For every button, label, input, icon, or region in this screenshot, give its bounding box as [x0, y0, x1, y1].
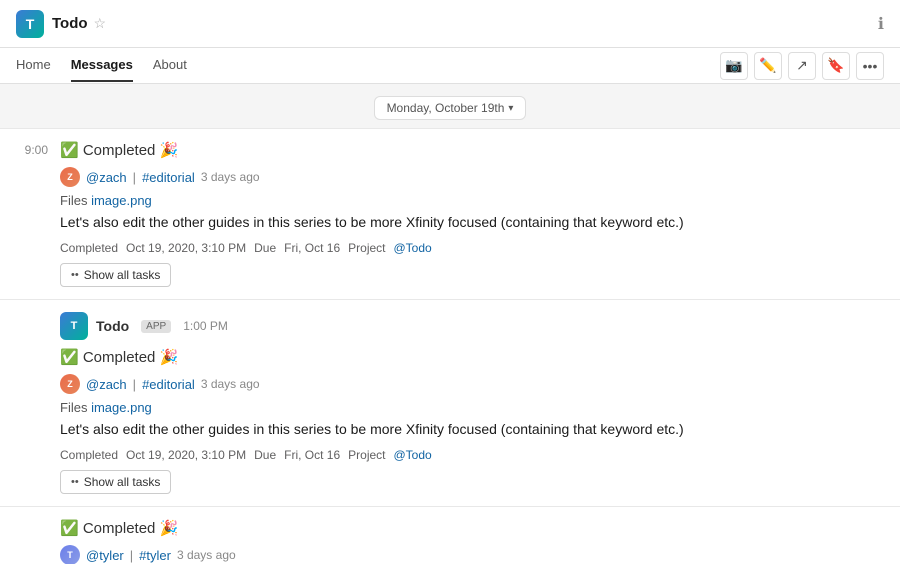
- message-content-3: ✅ Completed 🎉 T @tyler | #tyler 3 days a…: [60, 519, 884, 564]
- meta-due-label-2: Due: [254, 448, 276, 462]
- meta-due-label-1: Due: [254, 241, 276, 255]
- message-time-3: [0, 519, 60, 564]
- message-block-2: T Todo APP 1:00 PM ✅ Completed 🎉 Z @zach…: [0, 299, 900, 506]
- tab-home[interactable]: Home: [16, 49, 51, 82]
- todo-app-name: Todo: [96, 318, 129, 334]
- dots-icon-2: ••: [71, 476, 79, 488]
- meta-row-2: Completed Oct 19, 2020, 3:10 PM Due Fri,…: [60, 448, 884, 462]
- meta-completed-label-2: Completed: [60, 448, 118, 462]
- meta-project-label-1: Project: [348, 241, 385, 255]
- meta-completed-date-2: Oct 19, 2020, 3:10 PM: [126, 448, 246, 462]
- date-chevron-icon: ▾: [508, 103, 513, 114]
- sender-channel-3[interactable]: #tyler: [139, 548, 171, 563]
- app-badge: APP: [141, 320, 171, 333]
- toolbar-camera[interactable]: 📷: [720, 52, 748, 80]
- avatar-2: Z: [60, 374, 80, 394]
- info-icon[interactable]: ℹ: [878, 14, 884, 34]
- sender-name-2[interactable]: @zach: [86, 377, 127, 392]
- completed-header-1: ✅ Completed 🎉: [60, 141, 884, 159]
- app-icon-text: T: [26, 16, 35, 32]
- meta-project-link-2[interactable]: @Todo: [394, 448, 432, 462]
- date-header-row: Monday, October 19th ▾: [0, 84, 900, 128]
- message-time-1: 9:00: [0, 141, 60, 287]
- tab-about[interactable]: About: [153, 49, 187, 82]
- sender-time-3: 3 days ago: [177, 548, 236, 562]
- sender-channel-1[interactable]: #editorial: [142, 170, 195, 185]
- toolbar-edit[interactable]: ✏️: [754, 52, 782, 80]
- top-bar-actions: ℹ: [878, 14, 884, 34]
- meta-completed-label-1: Completed: [60, 241, 118, 255]
- sender-row-3: T @tyler | #tyler 3 days ago: [60, 545, 884, 564]
- sender-name-1[interactable]: @zach: [86, 170, 127, 185]
- message-time-2: [0, 312, 60, 494]
- completed-header-3: ✅ Completed 🎉: [60, 519, 884, 537]
- sender-row-1: Z @zach | #editorial 3 days ago: [60, 167, 884, 187]
- toolbar-share[interactable]: ↗: [788, 52, 816, 80]
- sender-name-3[interactable]: @tyler: [86, 548, 124, 563]
- todo-app-icon: T: [60, 312, 88, 340]
- meta-project-link-1[interactable]: @Todo: [394, 241, 432, 255]
- meta-due-date-2: Fri, Oct 16: [284, 448, 340, 462]
- sender-time-1: 3 days ago: [201, 170, 260, 184]
- message-text-1: Let's also edit the other guides in this…: [60, 212, 884, 233]
- files-link-1[interactable]: image.png: [91, 193, 152, 208]
- message-content-1: ✅ Completed 🎉 Z @zach | #editorial 3 day…: [60, 141, 884, 287]
- todo-icon-text: T: [71, 320, 78, 332]
- message-block-3: ✅ Completed 🎉 T @tyler | #tyler 3 days a…: [0, 506, 900, 564]
- message-content-2: T Todo APP 1:00 PM ✅ Completed 🎉 Z @zach…: [60, 312, 884, 494]
- sender-time-2: 3 days ago: [201, 377, 260, 391]
- show-all-tasks-button-1[interactable]: •• Show all tasks: [60, 263, 171, 287]
- meta-due-date-1: Fri, Oct 16: [284, 241, 340, 255]
- top-bar: T Todo ☆ ℹ: [0, 0, 900, 48]
- avatar-1: Z: [60, 167, 80, 187]
- message-block-1: 9:00 ✅ Completed 🎉 Z @zach | #editorial …: [0, 128, 900, 299]
- toolbar-bookmark[interactable]: 🔖: [822, 52, 850, 80]
- date-header-label: Monday, October 19th: [387, 101, 505, 115]
- files-link-2[interactable]: image.png: [91, 400, 152, 415]
- files-row-1: Files image.png: [60, 193, 884, 208]
- completed-header-2: ✅ Completed 🎉: [60, 348, 884, 366]
- messages-list: Monday, October 19th ▾ 9:00 ✅ Completed …: [0, 84, 900, 564]
- date-header-button[interactable]: Monday, October 19th ▾: [374, 96, 527, 120]
- meta-row-1: Completed Oct 19, 2020, 3:10 PM Due Fri,…: [60, 241, 884, 255]
- todo-app-time: 1:00 PM: [183, 319, 228, 333]
- show-all-tasks-button-2[interactable]: •• Show all tasks: [60, 470, 171, 494]
- tab-messages[interactable]: Messages: [71, 49, 133, 82]
- avatar-3: T: [60, 545, 80, 564]
- files-row-2: Files image.png: [60, 400, 884, 415]
- todo-sender-row: T Todo APP 1:00 PM: [60, 312, 884, 340]
- star-icon[interactable]: ☆: [94, 15, 107, 32]
- message-text-2: Let's also edit the other guides in this…: [60, 419, 884, 440]
- toolbar-more[interactable]: •••: [856, 52, 884, 80]
- meta-completed-date-1: Oct 19, 2020, 3:10 PM: [126, 241, 246, 255]
- sender-row-2: Z @zach | #editorial 3 days ago: [60, 374, 884, 394]
- meta-project-label-2: Project: [348, 448, 385, 462]
- app-title: Todo: [52, 15, 88, 32]
- nav-tabs: Home Messages About 📷 ✏️ ↗ 🔖 •••: [0, 48, 900, 84]
- app-icon: T: [16, 10, 44, 38]
- sender-channel-2[interactable]: #editorial: [142, 377, 195, 392]
- dots-icon-1: ••: [71, 269, 79, 281]
- main-content: Monday, October 19th ▾ 9:00 ✅ Completed …: [0, 84, 900, 564]
